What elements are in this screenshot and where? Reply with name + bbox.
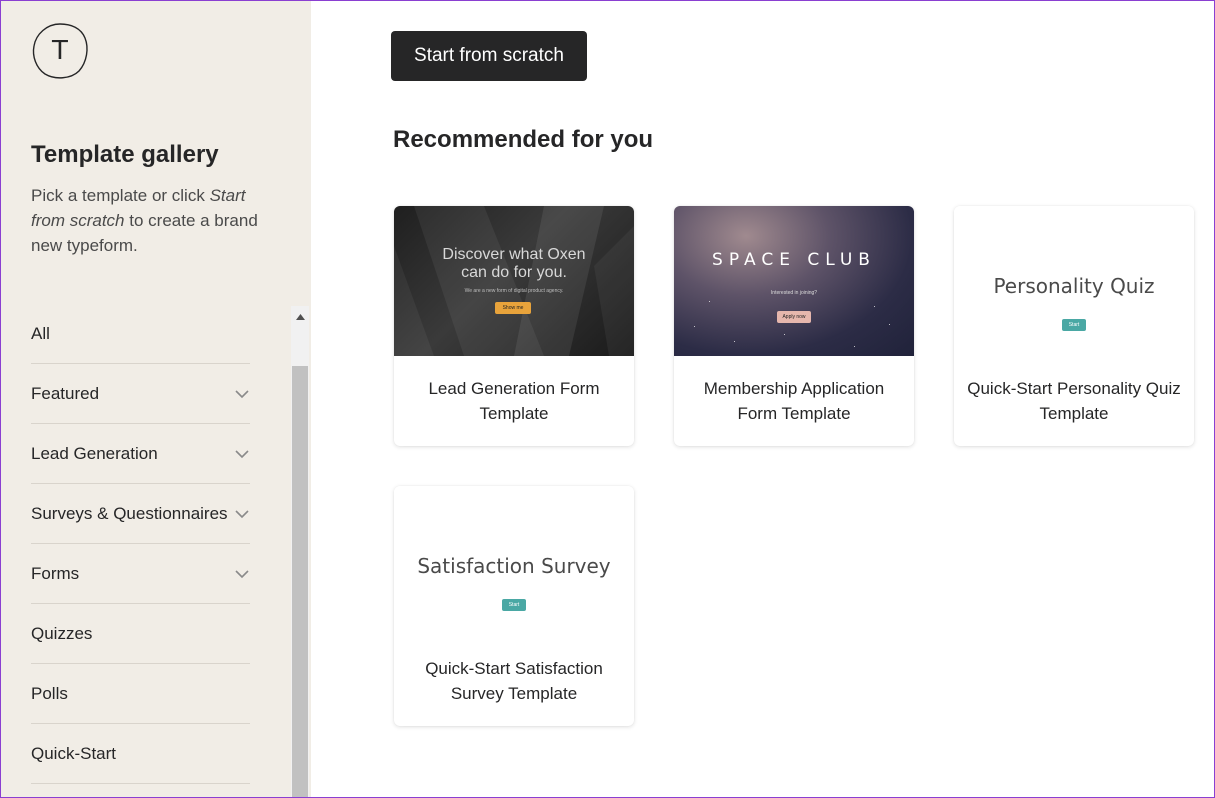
category-item-polls[interactable]: Polls bbox=[31, 664, 250, 724]
sidebar-scrollbar[interactable] bbox=[291, 306, 309, 798]
template-card-personality-quiz[interactable]: Personality Quiz Start Quick-Start Perso… bbox=[954, 206, 1194, 446]
category-label: Quizzes bbox=[31, 623, 93, 643]
category-label: Quick-Start bbox=[31, 743, 117, 763]
scroll-up-arrow-icon[interactable] bbox=[291, 310, 309, 324]
category-label: Lead Generation bbox=[31, 443, 158, 463]
category-item-featured[interactable]: Featured bbox=[31, 364, 250, 424]
sidebar-title: Template gallery bbox=[31, 141, 219, 168]
chevron-down-icon[interactable] bbox=[234, 386, 250, 402]
thumbnail-title: Discover what Oxen can do for you. bbox=[442, 246, 586, 281]
chevron-down-icon[interactable] bbox=[234, 506, 250, 522]
category-label: Forms bbox=[31, 563, 80, 583]
card-label: Quick-Start Satisfaction Survey Template bbox=[425, 659, 603, 703]
thumbnail-title: Personality Quiz bbox=[993, 274, 1155, 298]
category-label: Featured bbox=[31, 383, 100, 403]
thumbnail-title: Satisfaction Survey bbox=[417, 554, 611, 578]
card-label: Membership Application Form Template bbox=[703, 379, 885, 423]
category-list: All Featured Lead Generation Surveys & Q… bbox=[31, 304, 250, 784]
thumbnail-subtitle: We are a new form of digital product age… bbox=[464, 288, 564, 294]
category-label: All bbox=[31, 323, 50, 343]
category-item-surveys[interactable]: Surveys & Questionnaires bbox=[31, 484, 250, 544]
template-card-membership[interactable]: SPACE CLUB Interested in joining? Apply … bbox=[674, 206, 914, 446]
sidebar-description: Pick a template or click Start from scra… bbox=[31, 183, 276, 258]
sidebar: T Template gallery Pick a template or cl… bbox=[0, 0, 311, 798]
category-label: Surveys & Questionnaires bbox=[31, 503, 228, 523]
template-card-lead-generation[interactable]: Discover what Oxen can do for you. We ar… bbox=[394, 206, 634, 446]
typeform-logo[interactable]: T bbox=[31, 22, 89, 80]
desc-part-1: Pick a template or click bbox=[31, 186, 210, 205]
template-thumbnail: Satisfaction Survey Start bbox=[394, 486, 634, 636]
recommended-heading: Recommended for you bbox=[393, 126, 654, 153]
chevron-down-icon[interactable] bbox=[234, 566, 250, 582]
template-thumbnail: Personality Quiz Start bbox=[954, 206, 1194, 356]
logo-letter: T bbox=[52, 36, 68, 66]
category-item-quick-start[interactable]: Quick-Start bbox=[31, 724, 250, 784]
card-label: Quick-Start Personality Quiz Template bbox=[967, 379, 1181, 423]
category-label: Polls bbox=[31, 683, 68, 703]
thumbnail-title: SPACE CLUB bbox=[712, 250, 876, 270]
template-thumbnail: SPACE CLUB Interested in joining? Apply … bbox=[674, 206, 914, 356]
category-item-quizzes[interactable]: Quizzes bbox=[31, 604, 250, 664]
chevron-down-icon[interactable] bbox=[234, 446, 250, 462]
template-card-satisfaction-survey[interactable]: Satisfaction Survey Start Quick-Start Sa… bbox=[394, 486, 634, 726]
card-label: Lead Generation Form Template bbox=[428, 379, 600, 423]
thumbnail-button: Start bbox=[1062, 319, 1086, 331]
category-item-forms[interactable]: Forms bbox=[31, 544, 250, 604]
category-item-all[interactable]: All bbox=[31, 304, 250, 364]
scrollbar-thumb[interactable] bbox=[292, 366, 308, 798]
start-from-scratch-button[interactable]: Start from scratch bbox=[391, 31, 587, 81]
thumbnail-subtitle: Interested in joining? bbox=[770, 290, 818, 296]
thumbnail-button: Apply now bbox=[777, 311, 811, 323]
category-item-lead-generation[interactable]: Lead Generation bbox=[31, 424, 250, 484]
template-thumbnail: Discover what Oxen can do for you. We ar… bbox=[394, 206, 634, 356]
thumbnail-button: Start bbox=[502, 599, 526, 611]
thumbnail-button: Show me bbox=[495, 302, 531, 314]
